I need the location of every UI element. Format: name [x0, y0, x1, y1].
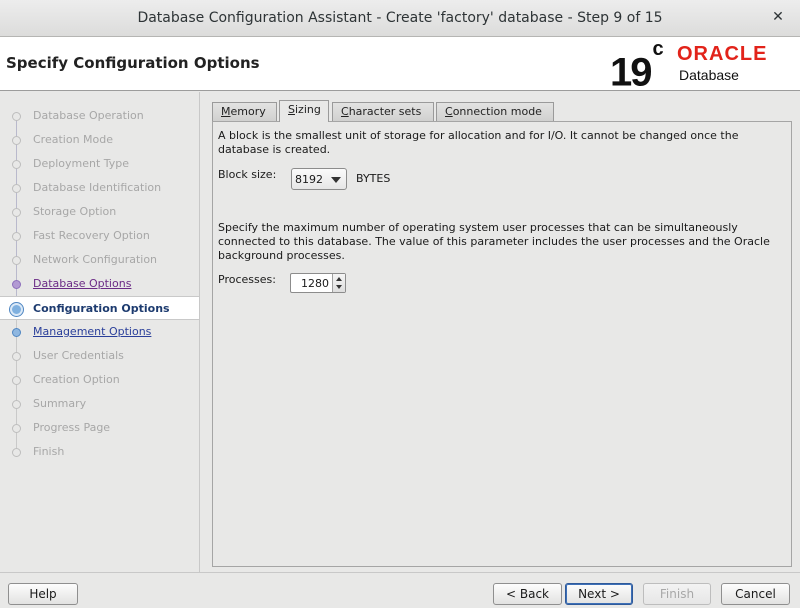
chevron-down-icon: [331, 177, 341, 183]
cancel-button[interactable]: Cancel: [721, 583, 790, 605]
processes-label: Processes:: [218, 273, 276, 286]
close-icon[interactable]: ✕: [770, 9, 786, 25]
step-deployment-type: Deployment Type: [0, 152, 199, 176]
block-size-units: BYTES: [356, 172, 391, 185]
step-management-options[interactable]: Management Options: [0, 320, 199, 344]
finish-button[interactable]: Finish: [643, 583, 711, 605]
step-label[interactable]: Database Options: [33, 277, 131, 290]
processes-description: Specify the maximum number of operating …: [218, 221, 770, 262]
content-area: Memory Sizing Character sets Connection …: [199, 92, 800, 572]
step-label: Database Identification: [33, 181, 162, 194]
step-label: Creation Option: [33, 373, 120, 386]
step-dot-icon: [12, 424, 21, 433]
logo-product: Database: [679, 67, 739, 83]
block-size-select[interactable]: 8192: [291, 168, 347, 190]
step-configuration-options: Configuration Options: [0, 296, 199, 320]
tab-memory[interactable]: Memory: [212, 102, 277, 122]
step-dot-icon: [12, 184, 21, 193]
processes-spinner[interactable]: 1280: [290, 273, 346, 293]
step-creation-mode: Creation Mode: [0, 128, 199, 152]
block-size-label: Block size:: [218, 168, 277, 181]
step-progress-page: Progress Page: [0, 416, 199, 440]
page-header: Specify Configuration Options 19c ORACLE…: [0, 37, 800, 94]
step-dot-icon: [12, 376, 21, 385]
step-dot-icon: [12, 232, 21, 241]
oracle-logo: 19c ORACLE Database: [610, 38, 796, 94]
step-network-configuration: Network Configuration: [0, 248, 199, 272]
step-label: Progress Page: [33, 421, 111, 434]
step-fast-recovery-option: Fast Recovery Option: [0, 224, 199, 248]
window-titlebar: Database Configuration Assistant - Creat…: [0, 0, 800, 37]
step-dot-icon: [12, 280, 21, 289]
step-label: Storage Option: [33, 205, 117, 218]
logo-brand: ORACLE: [677, 43, 768, 65]
processes-value: 1280: [301, 277, 329, 290]
step-summary: Summary: [0, 392, 199, 416]
help-button[interactable]: Help: [8, 583, 78, 605]
step-finish: Finish: [0, 440, 199, 464]
step-dot-icon: [12, 256, 21, 265]
step-dot-icon: [12, 448, 21, 457]
step-label: Database Operation: [33, 109, 144, 122]
step-label: User Credentials: [33, 349, 124, 362]
tab-character-sets[interactable]: Character sets: [332, 102, 434, 122]
spinner-down-icon[interactable]: [336, 285, 342, 289]
step-storage-option: Storage Option: [0, 200, 199, 224]
steps-sidebar: Database Operation Creation Mode Deploym…: [0, 92, 199, 572]
step-dot-icon: [12, 136, 21, 145]
step-dot-icon: [12, 112, 21, 121]
step-database-operation: Database Operation: [0, 104, 199, 128]
step-dot-icon: [12, 160, 21, 169]
sizing-panel: A block is the smallest unit of storage …: [212, 121, 792, 567]
step-label: Summary: [33, 397, 87, 410]
step-label: Configuration Options: [33, 302, 170, 315]
step-dot-icon: [12, 400, 21, 409]
tab-sizing[interactable]: Sizing: [279, 100, 329, 122]
step-current-icon: [10, 303, 23, 316]
page-title: Specify Configuration Options: [6, 54, 260, 72]
step-dot-icon: [12, 352, 21, 361]
step-label: Finish: [33, 445, 65, 458]
spinner-up-icon[interactable]: [336, 277, 342, 281]
step-database-options[interactable]: Database Options: [0, 272, 199, 296]
step-database-identification: Database Identification: [0, 176, 199, 200]
step-dot-icon: [12, 208, 21, 217]
block-size-value: 8192: [295, 173, 323, 186]
window-title: Database Configuration Assistant - Creat…: [137, 10, 663, 26]
step-label[interactable]: Management Options: [33, 325, 151, 338]
step-user-credentials: User Credentials: [0, 344, 199, 368]
step-label: Fast Recovery Option: [33, 229, 150, 242]
spinner-buttons: [332, 274, 345, 292]
step-creation-option: Creation Option: [0, 368, 199, 392]
tab-connection-mode[interactable]: Connection mode: [436, 102, 554, 122]
block-description: A block is the smallest unit of storage …: [218, 129, 739, 156]
next-button[interactable]: Next >: [565, 583, 633, 605]
button-bar: Help < Back Next > Finish Cancel: [0, 572, 800, 608]
back-button[interactable]: < Back: [493, 583, 562, 605]
step-label: Network Configuration: [33, 253, 158, 266]
step-label: Deployment Type: [33, 157, 130, 170]
logo-version: 19c: [610, 38, 664, 95]
step-label: Creation Mode: [33, 133, 114, 146]
step-dot-icon: [12, 328, 21, 337]
